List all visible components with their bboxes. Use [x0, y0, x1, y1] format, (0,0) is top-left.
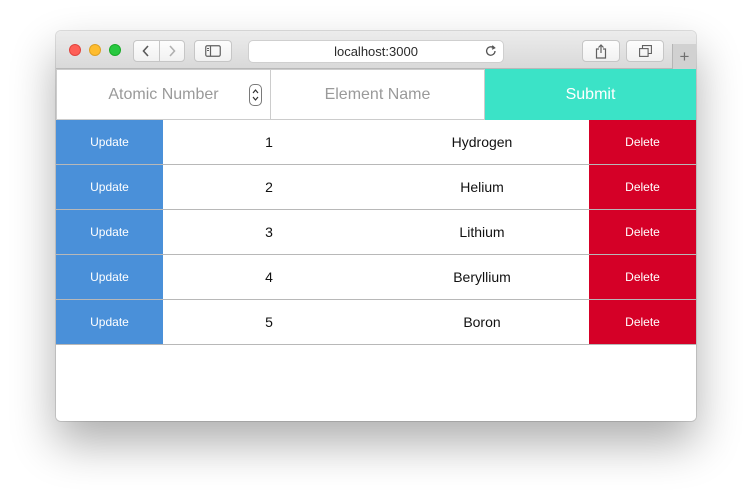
- submit-label: Submit: [565, 85, 616, 103]
- table-row: Update 4 Beryllium Delete: [56, 255, 696, 300]
- element-form: Atomic Number Element Name Submit: [56, 69, 696, 120]
- sidebar-toggle-button[interactable]: [194, 40, 232, 62]
- atomic-number-placeholder: Atomic Number: [108, 85, 219, 103]
- element-name-input[interactable]: Element Name: [270, 69, 485, 120]
- update-button[interactable]: Update: [56, 165, 163, 209]
- atomic-number-cell: 3: [265, 224, 273, 240]
- zoom-window-button[interactable]: [109, 44, 121, 56]
- atomic-number-cell: 1: [265, 134, 273, 150]
- atomic-number-input[interactable]: Atomic Number: [56, 69, 271, 120]
- plus-icon: +: [679, 46, 690, 66]
- number-stepper[interactable]: [249, 84, 262, 106]
- address-bar[interactable]: localhost:3000: [248, 40, 504, 63]
- update-button[interactable]: Update: [56, 300, 163, 344]
- reload-icon[interactable]: [484, 44, 498, 58]
- chevron-left-icon: [142, 45, 149, 57]
- sidebar-icon: [205, 45, 221, 57]
- atomic-number-cell: 5: [265, 314, 273, 330]
- update-button[interactable]: Update: [56, 210, 163, 254]
- delete-button[interactable]: Delete: [589, 210, 696, 254]
- share-button[interactable]: [582, 40, 620, 62]
- element-name-cell: Beryllium: [453, 269, 511, 285]
- show-tabs-button[interactable]: [626, 40, 664, 62]
- table-row: Update 2 Helium Delete: [56, 165, 696, 210]
- minimize-window-button[interactable]: [89, 44, 101, 56]
- share-icon: [595, 43, 607, 59]
- atomic-number-cell: 2: [265, 179, 273, 195]
- update-button[interactable]: Update: [56, 255, 163, 299]
- delete-button[interactable]: Delete: [589, 120, 696, 164]
- element-name-cell: Hydrogen: [451, 134, 513, 150]
- element-name-cell: Lithium: [459, 224, 505, 240]
- submit-button[interactable]: Submit: [485, 69, 696, 120]
- navigation-buttons: [133, 40, 185, 62]
- table-row: Update 5 Boron Delete: [56, 300, 696, 345]
- table-row: Update 3 Lithium Delete: [56, 210, 696, 255]
- new-tab-button[interactable]: +: [672, 44, 696, 69]
- tabs-overview-icon: [638, 45, 652, 57]
- stepper-arrows-icon: [252, 89, 259, 101]
- delete-button[interactable]: Delete: [589, 165, 696, 209]
- close-window-button[interactable]: [69, 44, 81, 56]
- forward-button[interactable]: [160, 41, 185, 61]
- chevron-right-icon: [169, 45, 176, 57]
- title-bar: localhost:3000 +: [56, 31, 696, 69]
- browser-window: localhost:3000 + Atomic Number Element N…: [56, 31, 696, 421]
- elements-table: Update 1 Hydrogen Delete Update 2 Helium Delete…: [56, 120, 696, 345]
- delete-button[interactable]: Delete: [589, 255, 696, 299]
- element-name-cell: Boron: [463, 314, 501, 330]
- page-content: Atomic Number Element Name Submit Update…: [56, 69, 696, 421]
- back-button[interactable]: [134, 41, 159, 61]
- element-name-placeholder: Element Name: [324, 85, 431, 103]
- url-text: localhost:3000: [334, 44, 418, 59]
- update-button[interactable]: Update: [56, 120, 163, 164]
- atomic-number-cell: 4: [265, 269, 273, 285]
- delete-button[interactable]: Delete: [589, 300, 696, 344]
- table-row: Update 1 Hydrogen Delete: [56, 120, 696, 165]
- element-name-cell: Helium: [460, 179, 504, 195]
